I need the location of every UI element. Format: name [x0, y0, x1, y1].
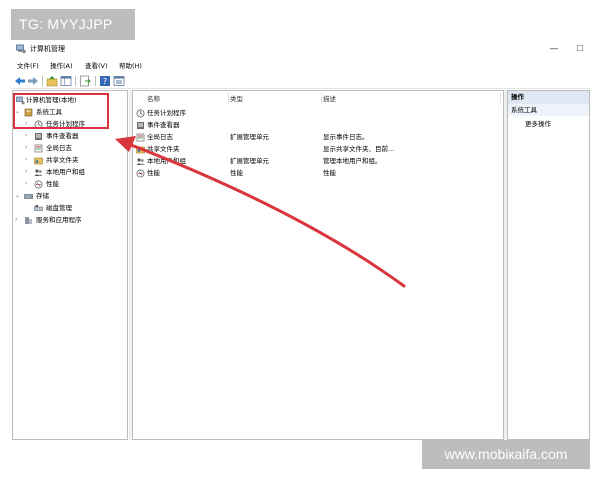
- tg-watermark: TG: MYYJJPP: [11, 9, 135, 40]
- site-watermark: www.mobiкaifa.com: [422, 440, 590, 469]
- users-icon: [34, 169, 43, 176]
- list-item[interactable]: 任务计划程序: [133, 107, 503, 119]
- tree-item-disk-management[interactable]: 磁盘管理: [25, 202, 125, 214]
- toolbar-separator: [75, 76, 76, 86]
- tree-item-local-users[interactable]: › 本地用户和组: [25, 166, 125, 178]
- menu-file[interactable]: 文件(F): [17, 61, 39, 72]
- chevron-down-icon[interactable]: ⌄: [15, 190, 21, 202]
- export-icon[interactable]: [79, 75, 91, 87]
- services-icon: [25, 217, 32, 224]
- annotation-highlight-box: [13, 93, 109, 129]
- storage-icon: [24, 194, 33, 199]
- actions-pane: 操作 系统工具 更多操作: [507, 90, 590, 440]
- disk-management-icon: [34, 205, 43, 211]
- menu-view[interactable]: 查看(V): [85, 61, 108, 72]
- chevron-right-icon[interactable]: ›: [25, 166, 31, 178]
- chevron-right-icon[interactable]: ›: [15, 214, 21, 226]
- performance-icon: [34, 180, 43, 189]
- event-viewer-icon: [137, 122, 144, 129]
- chevron-right-icon[interactable]: ›: [25, 142, 31, 154]
- menu-action[interactable]: 操作(A): [50, 61, 73, 72]
- svg-text:?: ?: [103, 77, 107, 86]
- tree-item-event-viewer[interactable]: › 事件查看器: [25, 130, 125, 142]
- console-tree: 计算机管理(本地) ⌄ 系统工具 › 任务计划程序 › 事件查看器 › 全局日志…: [12, 90, 128, 440]
- actions-section-system-tools[interactable]: 系统工具: [508, 104, 589, 116]
- properties-icon[interactable]: [113, 75, 125, 87]
- menu-help[interactable]: 帮助(H): [119, 61, 142, 72]
- tree-item-performance[interactable]: › 性能: [25, 178, 125, 190]
- toolbar-separator: [95, 76, 96, 86]
- toolbar: ?: [11, 73, 590, 89]
- up-folder-icon[interactable]: [46, 75, 58, 87]
- column-header-name[interactable]: 名称: [147, 93, 229, 105]
- title-bar: 计算机管理 — ☐: [11, 40, 590, 59]
- clock-icon: [136, 109, 145, 118]
- global-log-icon: [136, 133, 145, 142]
- list-item[interactable]: 性能 性能 性能: [133, 167, 503, 179]
- toolbar-separator: [42, 76, 43, 86]
- window-title: 计算机管理: [30, 45, 65, 53]
- column-header-type[interactable]: 类型: [230, 93, 322, 105]
- minimize-button[interactable]: —: [545, 42, 563, 56]
- chevron-right-icon[interactable]: ›: [25, 130, 31, 142]
- event-viewer-icon: [35, 133, 42, 140]
- shared-folder-icon: [136, 146, 145, 154]
- list-item[interactable]: 事件查看器: [133, 119, 503, 131]
- actions-header: 操作: [508, 91, 589, 104]
- show-hide-tree-icon[interactable]: [60, 75, 72, 87]
- users-icon: [136, 158, 145, 165]
- tree-item-storage[interactable]: ⌄ 存储: [15, 190, 125, 202]
- tree-item-shared-folders[interactable]: › 共享文件夹: [25, 154, 125, 166]
- more-actions-link[interactable]: 更多操作: [525, 118, 551, 130]
- shared-folder-icon: [34, 157, 43, 165]
- menu-bar: 文件(F) 操作(A) 查看(V) 帮助(H): [11, 61, 590, 72]
- forward-icon[interactable]: [27, 75, 39, 87]
- tree-item-global-log[interactable]: › 全局日志: [25, 142, 125, 154]
- back-icon[interactable]: [14, 75, 26, 87]
- list-item[interactable]: 共享文件夹 显示共享文件夹、目前...: [133, 143, 503, 155]
- computer-management-icon: [16, 44, 26, 54]
- chevron-right-icon[interactable]: ›: [25, 154, 31, 166]
- performance-icon: [136, 169, 145, 178]
- list-item[interactable]: 本地用户和组 扩展管理单元 管理本地用户和组。: [133, 155, 503, 167]
- global-log-icon: [34, 144, 43, 153]
- chevron-right-icon[interactable]: ›: [25, 178, 31, 190]
- details-list: 名称 类型 描述 任务计划程序 事件查看器 全局日志 扩展管理单元 显示事件日志…: [132, 90, 504, 440]
- column-header-description[interactable]: 描述: [323, 93, 501, 105]
- tree-item-services-apps[interactable]: › 服务和应用程序: [15, 214, 125, 226]
- help-icon[interactable]: ?: [99, 75, 111, 87]
- maximize-button[interactable]: ☐: [571, 42, 589, 56]
- list-item[interactable]: 全局日志 扩展管理单元 显示事件日志。: [133, 131, 503, 143]
